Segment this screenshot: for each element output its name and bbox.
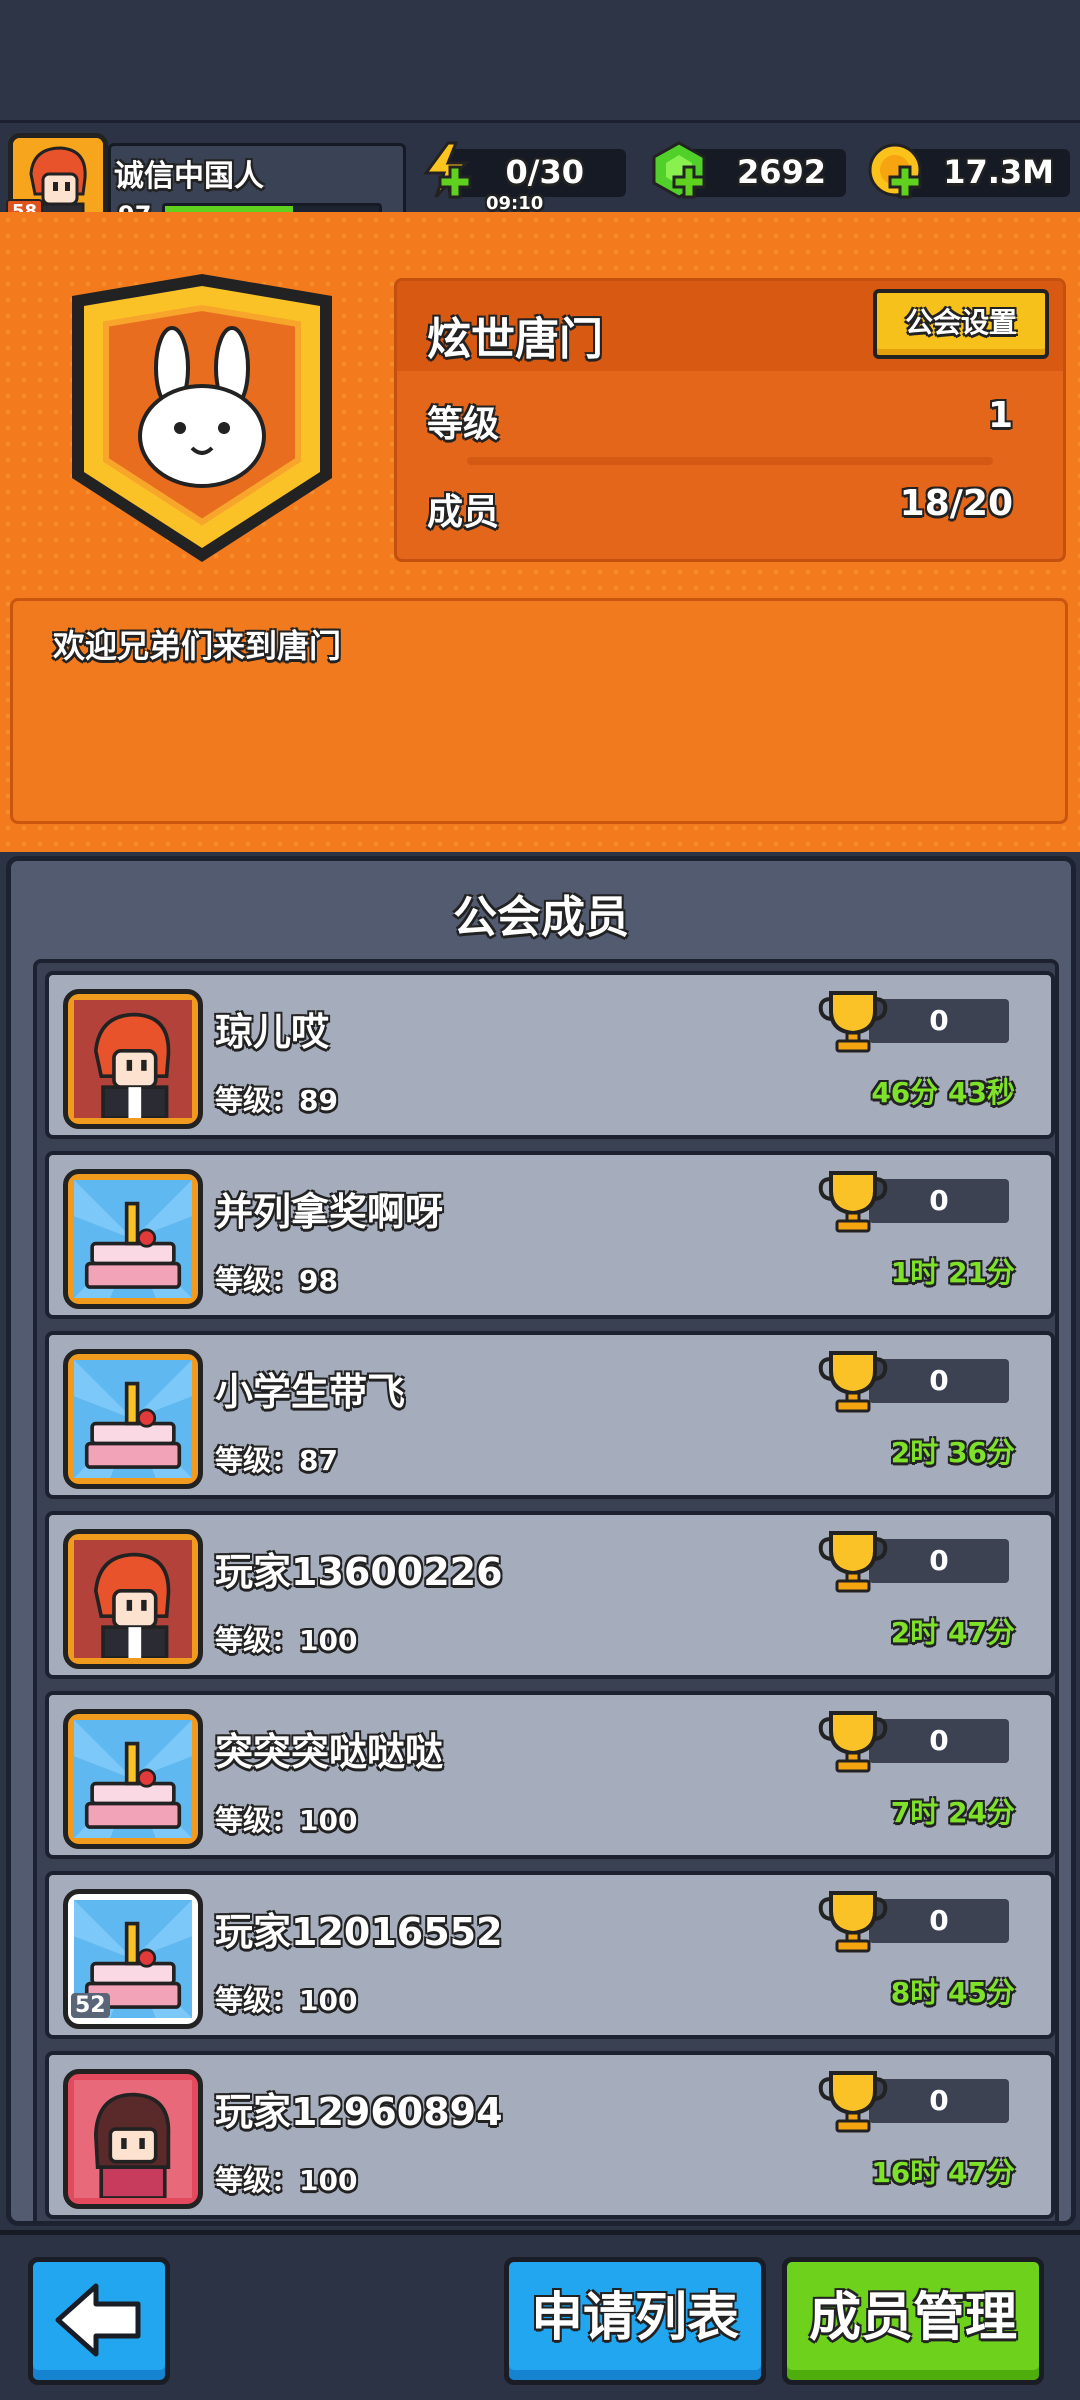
gold-value: 17.3M [943,153,1054,191]
guild-info-panel: 炫世唐门 公会设置 等级 1 成员 18/20 [394,278,1066,562]
trophy-count: 0 [869,1179,1009,1223]
member-row[interactable]: 玩家13600226 等级：100 0 2时 47分 [45,1511,1055,1679]
guild-motto: 欢迎兄弟们来到唐门 [53,627,342,665]
player-name: 诚信中国人 [114,159,264,194]
member-name: 玩家12016552 [215,1910,503,1954]
member-avatar[interactable] [63,1529,203,1669]
guild-members-row: 成员 18/20 [427,483,1013,535]
add-gems-icon[interactable] [672,165,706,199]
guild-level-label: 等级 [427,404,500,445]
arrow-left-icon [55,2283,141,2357]
trophy-icon [818,1531,888,1593]
member-level: 等级：100 [215,1984,358,2017]
add-gold-icon[interactable] [888,165,922,199]
member-level: 等级：100 [215,1624,358,1657]
member-row[interactable]: 琼儿哎等级：89 0 46分 43秒 [45,971,1055,1139]
member-manage-button[interactable]: 成员管理 [782,2257,1044,2385]
member-avatar[interactable] [63,1169,203,1309]
redhair-icon [74,1000,192,1120]
member-row[interactable]: 并列拿奖啊呀等级：98 0 1时 21分 [45,1151,1055,1319]
member-level: 等级：100 [215,1804,358,1837]
guild-name-row: 炫世唐门 公会设置 [397,281,1063,371]
guild-settings-button[interactable]: 公会设置 [873,289,1049,359]
member-last-online: 7时 24分 [890,1796,1015,1829]
member-name: 突突突哒哒哒 [215,1730,444,1774]
member-last-online: 8时 45分 [890,1976,1015,2009]
back-button[interactable] [28,2257,170,2385]
energy-timer: 09:10 [486,193,544,214]
trophy-count: 0 [869,1899,1009,1943]
member-avatar[interactable] [63,1349,203,1489]
cake-icon [74,1360,192,1478]
apply-list-button[interactable]: 申请列表 [504,2257,766,2385]
member-level: 等级：89 [215,1084,338,1117]
guild-level-value: 1 [987,395,1013,436]
guild-header: 炫世唐门 公会设置 等级 1 成员 18/20 欢迎兄弟们来到唐门 [0,212,1080,852]
member-row[interactable]: 小学生带飞等级：87 0 2时 36分 [45,1331,1055,1499]
member-level: 等级：87 [215,1444,338,1477]
trophy-count: 0 [869,1359,1009,1403]
guild-members-label: 成员 [427,492,500,533]
energy-value: 0/30 [505,153,584,191]
guild-name: 炫世唐门 [427,314,603,365]
member-last-online: 2时 36分 [890,1436,1015,1469]
member-last-online: 1时 21分 [890,1256,1015,1289]
guild-level-divider [467,457,993,465]
guild-level-row: 等级 1 [427,395,1013,447]
members-panel: 公会成员 琼儿哎等级：89 0 46分 43秒并列拿奖啊呀等级：98 0 1时 21分小… [6,856,1076,2226]
member-level: 等级：100 [215,2164,358,2197]
trophy-icon [818,1171,888,1233]
bottom-bar: 申请列表 成员管理 [0,2230,1080,2400]
trophy-icon [818,2071,888,2133]
darkhair-icon [74,2080,192,2200]
member-last-online: 16时 47分 [871,2156,1015,2189]
member-row[interactable]: 突突突哒哒哒等级：100 0 7时 24分 [45,1691,1055,1859]
member-level: 等级：98 [215,1264,338,1297]
member-name: 琼儿哎 [215,1010,330,1054]
member-name: 玩家13600226 [215,1550,503,1594]
gems-value: 2692 [736,153,826,191]
member-name: 小学生带飞 [215,1370,406,1414]
trophy-icon [818,1351,888,1413]
redhair-icon [74,1540,192,1660]
member-avatar[interactable] [63,2069,203,2209]
trophy-icon [818,1891,888,1953]
cake-icon [74,1180,192,1298]
member-name: 并列拿奖啊呀 [215,1190,444,1234]
trophy-count: 0 [869,2079,1009,2123]
avatar-level-badge: 52 [71,1993,110,2018]
guild-motto-box: 欢迎兄弟们来到唐门 [10,598,1068,824]
member-last-online: 46分 43秒 [871,1076,1015,1109]
trophy-count: 0 [869,1539,1009,1583]
trophy-icon [818,1711,888,1773]
member-avatar[interactable] [63,1709,203,1849]
guild-members-value: 18/20 [899,483,1013,524]
add-energy-icon[interactable] [438,165,472,199]
guild-emblem[interactable] [62,268,342,568]
members-title: 公会成员 [453,892,629,943]
member-row[interactable]: 玩家12960894 等级：100 0 16时 47分 [45,2051,1055,2219]
cake-icon [74,1720,192,1838]
members-list[interactable]: 琼儿哎 等级：89 0 46分 43秒 并列拿奖啊呀 等级：98 0 1时 21分 小学生带飞等… [33,959,1059,2221]
trophy-count: 0 [869,1719,1009,1763]
member-row[interactable]: 52 玩家12016552 等级：100 0 8时 45分 [45,1871,1055,2039]
member-last-online: 2时 47分 [890,1616,1015,1649]
member-avatar[interactable] [63,989,203,1129]
member-name: 玩家12960894 [215,2090,503,2134]
trophy-count: 0 [869,999,1009,1043]
status-bar-space [0,0,1080,120]
trophy-icon [818,991,888,1053]
